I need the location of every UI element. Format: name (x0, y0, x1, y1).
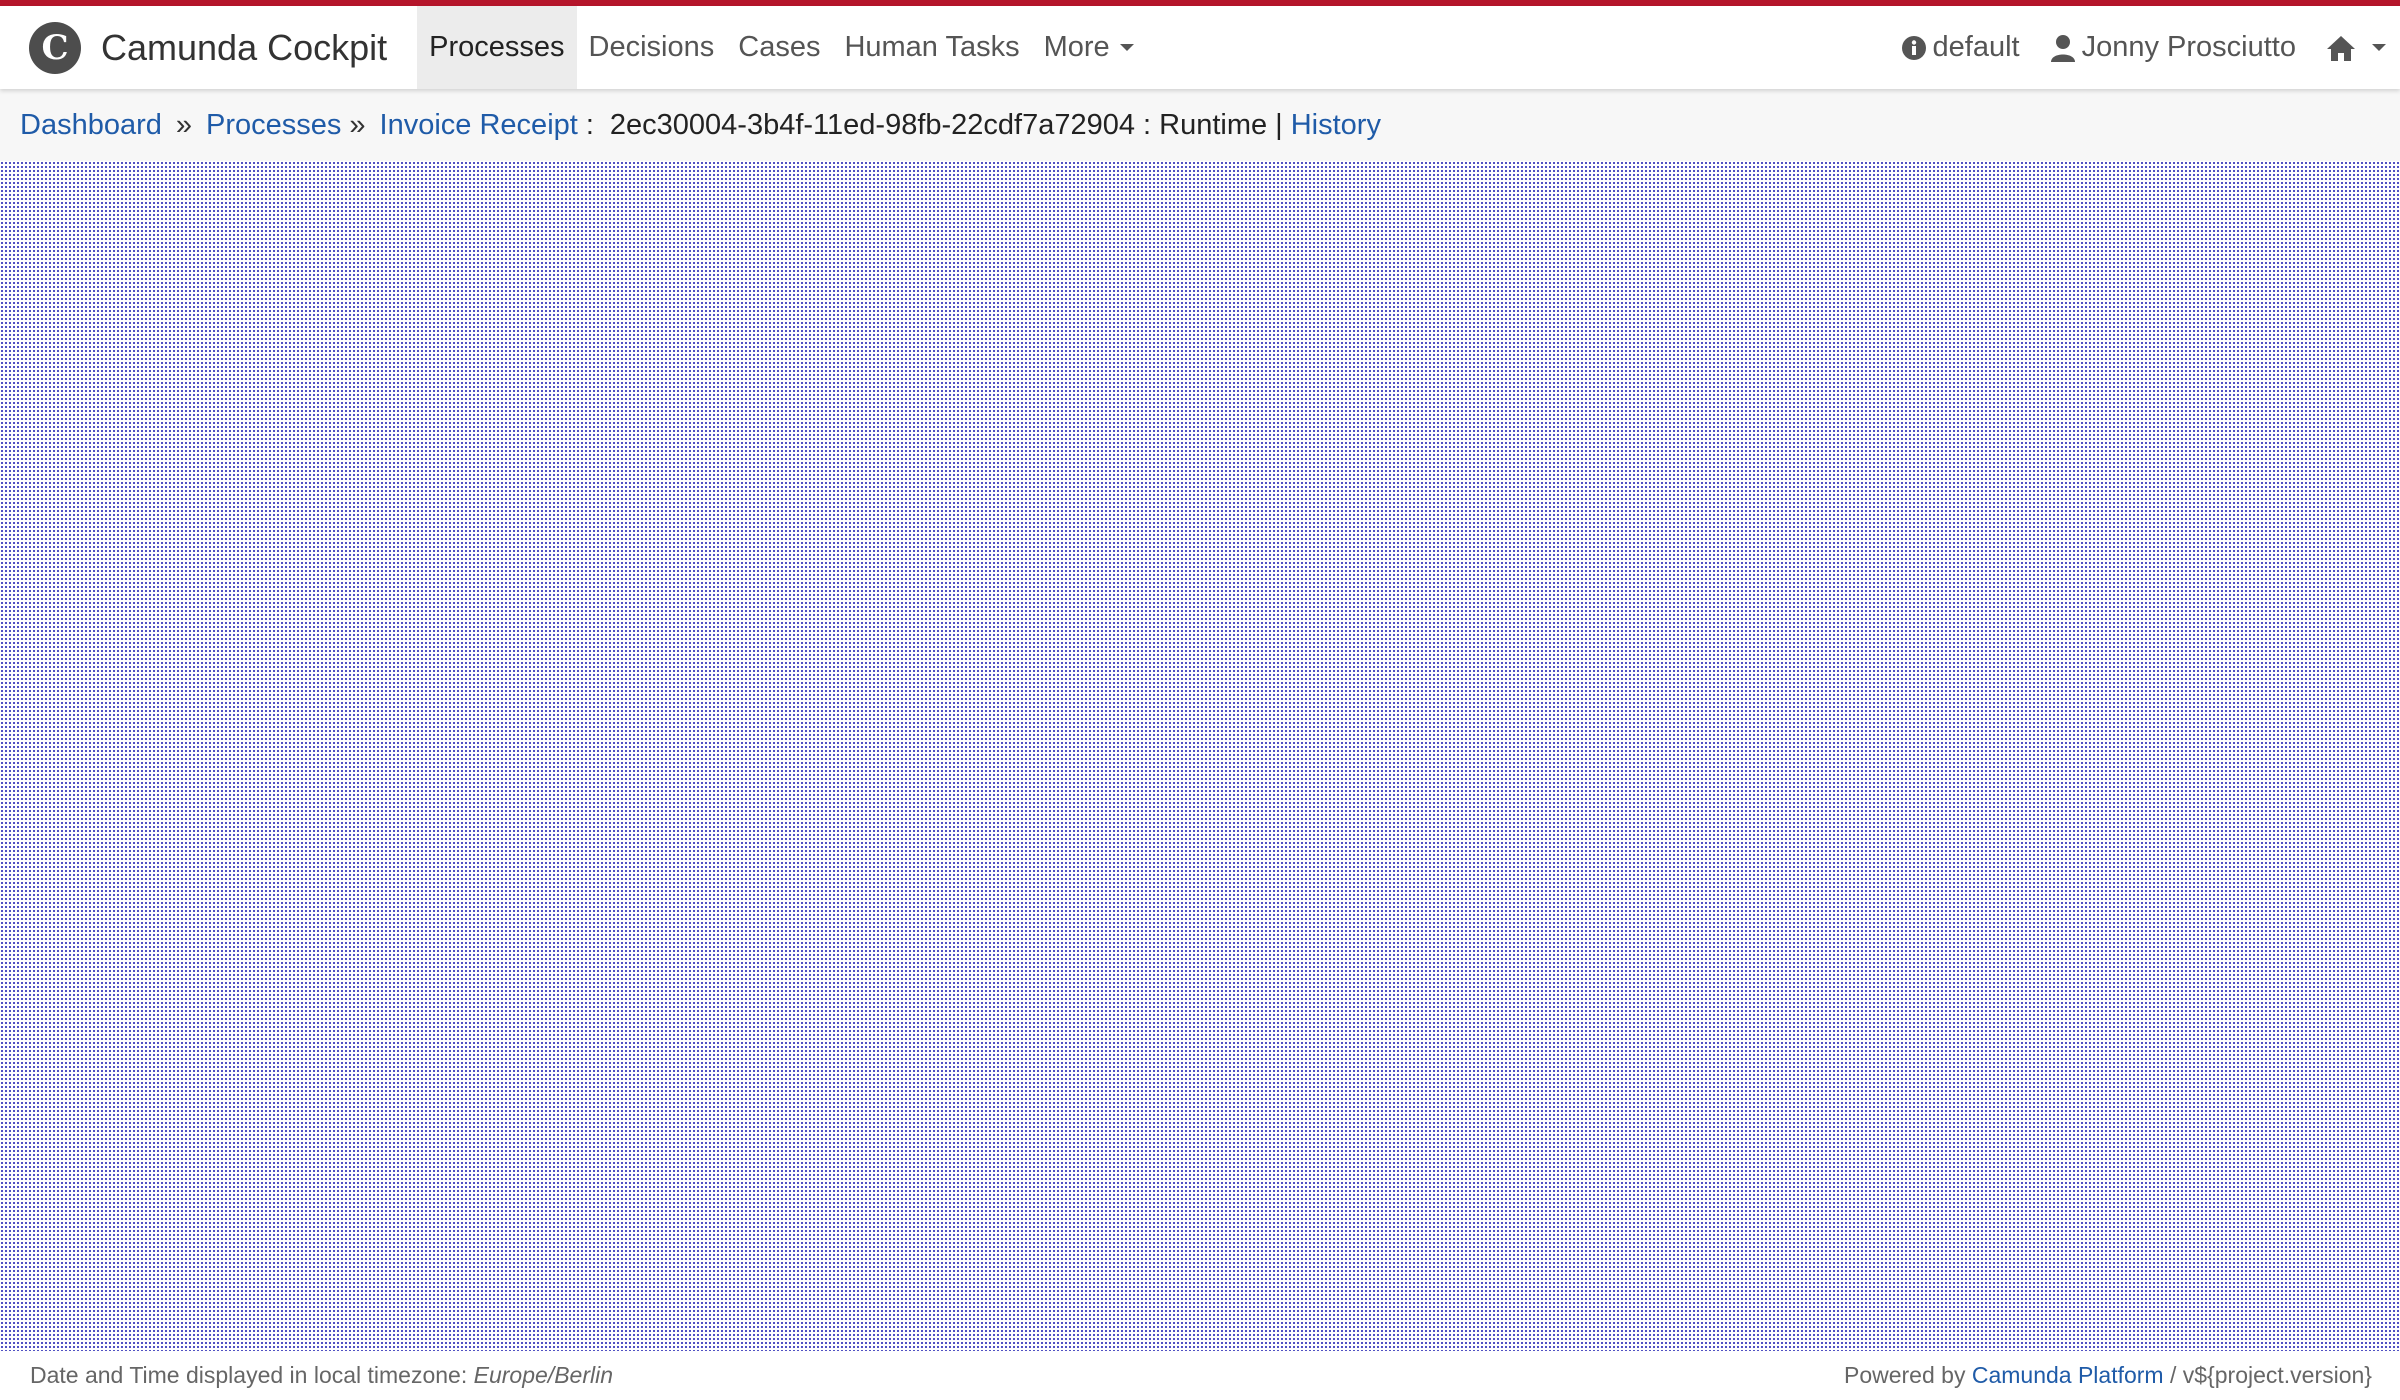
breadcrumb-dashboard-link[interactable]: Dashboard (20, 109, 162, 142)
main-nav: Processes Decisions Cases Human Tasks Mo… (417, 6, 1146, 89)
nav-cases[interactable]: Cases (726, 6, 832, 89)
engine-selector[interactable]: default (1901, 31, 2020, 64)
timezone-value: Europe/Berlin (473, 1362, 613, 1388)
timezone-label: Date and Time displayed in local timezon… (30, 1362, 468, 1388)
breadcrumb-processes-link[interactable]: Processes (206, 109, 341, 142)
nav-processes-label: Processes (429, 31, 565, 63)
top-navbar: C Camunda Cockpit Processes Decisions Ca… (0, 6, 2400, 89)
powered-by: Powered by Camunda Platform / v${project… (1844, 1362, 2372, 1389)
nav-decisions[interactable]: Decisions (577, 6, 727, 89)
nav-more-dropdown[interactable]: More (1032, 6, 1146, 89)
nav-more-label: More (1043, 31, 1110, 63)
powered-by-label: Powered by (1843, 1362, 1966, 1388)
info-circle-icon (1901, 35, 1926, 60)
breadcrumb-colon: : (585, 108, 594, 141)
breadcrumb: Dashboard » Processes » Invoice Receipt … (0, 89, 2400, 161)
header-right: default Jonny Prosciutto (1871, 6, 2386, 89)
breadcrumb-process-definition-link[interactable]: Invoice Receipt (380, 109, 578, 142)
user-menu[interactable]: Jonny Prosciutto (2050, 31, 2296, 64)
camunda-logo-icon: C (29, 21, 81, 74)
user-name: Jonny Prosciutto (2081, 31, 2296, 63)
process-diagram-canvas[interactable] (0, 161, 2400, 1351)
caret-down-icon (1119, 44, 1134, 51)
history-link[interactable]: History (1291, 109, 1381, 142)
brand-link[interactable]: C Camunda Cockpit (29, 6, 387, 89)
engine-name: default (1932, 31, 2020, 63)
nav-processes[interactable]: Processes (417, 6, 577, 89)
version-text: / v${project.version} (2169, 1362, 2372, 1388)
user-icon (2050, 34, 2075, 62)
home-icon (2327, 35, 2355, 61)
nav-human-tasks-label: Human Tasks (844, 31, 1020, 63)
footer: Date and Time displayed in local timezon… (0, 1351, 2400, 1400)
breadcrumb-separator: » (175, 108, 193, 141)
breadcrumb-separator: » (349, 108, 366, 141)
nav-human-tasks[interactable]: Human Tasks (832, 6, 1031, 89)
timezone-info: Date and Time displayed in local timezon… (30, 1362, 613, 1389)
apps-home-dropdown[interactable] (2326, 34, 2386, 62)
nav-cases-label: Cases (738, 31, 821, 63)
process-instance-id: 2ec30004-3b4f-11ed-98fb-22cdf7a72904 (609, 108, 1136, 141)
caret-down-icon (2372, 44, 2386, 51)
app-title: Camunda Cockpit (101, 26, 388, 68)
camunda-platform-link[interactable]: Camunda Platform (1972, 1362, 2164, 1388)
runtime-label: : Runtime | (1143, 108, 1283, 141)
nav-decisions-label: Decisions (588, 31, 715, 63)
